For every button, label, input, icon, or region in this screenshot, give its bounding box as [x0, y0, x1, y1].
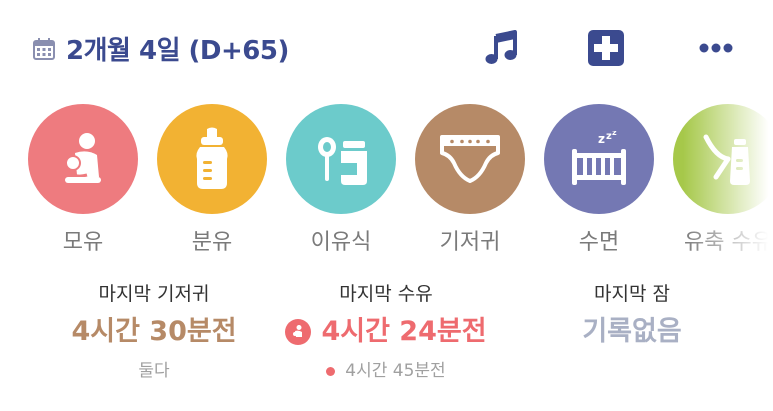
breastfeeding-icon [285, 319, 312, 345]
category-diaper[interactable]: 기저귀 [415, 104, 525, 264]
stat-value: 4시간 30분전 [24, 308, 284, 356]
date-selector[interactable]: 2개월 4일 (D+65) [32, 30, 289, 67]
stat-sub: 둘다 [24, 356, 284, 386]
category-label: 이유식 [310, 230, 372, 255]
category-circle: z z z [544, 104, 654, 214]
category-label: 모유 [62, 230, 104, 255]
category-label: 분유 [191, 230, 233, 255]
last-diaper[interactable]: 마지막 기저귀 4시간 30분전 둘다 [24, 280, 284, 386]
category-label: 수면 [578, 230, 620, 255]
category-breastfeed[interactable]: 모유 [28, 104, 138, 264]
last-records: 마지막 기저귀 4시간 30분전 둘다 마지막 수유 4시간 24분전 4시간 … [0, 280, 773, 411]
more-button[interactable] [694, 26, 738, 70]
more-dots-icon [699, 43, 733, 53]
category-formula[interactable]: 분유 [157, 104, 267, 264]
stat-value-text: 기록없음 [582, 316, 682, 347]
music-button[interactable] [480, 26, 524, 70]
baby-food-icon [318, 137, 367, 185]
stat-sub: 4시간 45분전 [256, 356, 516, 386]
diaper-icon [440, 135, 500, 183]
stat-value: 4시간 24분전 [256, 308, 516, 356]
svg-text:z: z [598, 132, 605, 146]
category-circle [415, 104, 525, 214]
baby-bottle-icon [196, 127, 228, 189]
category-circle [157, 104, 267, 214]
medical-plus-icon [588, 30, 624, 66]
status-dot-icon [326, 366, 336, 376]
stat-value-text: 4시간 24분전 [321, 316, 487, 347]
category-label: 기저귀 [439, 230, 501, 255]
crib-sleep-icon: z z z [572, 131, 626, 185]
date-label: 2개월 4일 (D+65) [66, 36, 289, 66]
stat-value: 기록없음 [502, 308, 762, 356]
stat-title: 마지막 기저귀 [98, 283, 210, 305]
calendar-icon [33, 37, 55, 60]
header: 2개월 4일 (D+65) [0, 0, 773, 100]
stat-title: 마지막 수유 [339, 283, 433, 305]
category-circle [28, 104, 138, 214]
category-baby-food[interactable]: 이유식 [286, 104, 396, 264]
stat-title: 마지막 잠 [594, 283, 670, 305]
music-note-icon [485, 30, 517, 64]
category-label: 유축 수유 [684, 230, 772, 255]
category-pumped-feeding[interactable]: 유축 수유 [673, 104, 773, 264]
category-circle [286, 104, 396, 214]
last-feeding[interactable]: 마지막 수유 4시간 24분전 4시간 45분전 [256, 280, 516, 386]
breast-pump-icon [703, 134, 750, 185]
category-list: 모유 분유 이유식 기저귀 z z z 수면 유축 수유 [0, 104, 773, 264]
stat-sub-text: 4시간 45분전 [345, 361, 446, 381]
last-sleep[interactable]: 마지막 잠 기록없음 [502, 280, 762, 356]
stat-sub-text: 둘다 [138, 361, 170, 381]
svg-text:z: z [612, 131, 617, 137]
stat-value-text: 4시간 30분전 [71, 316, 237, 347]
breastfeeding-icon [65, 133, 101, 183]
category-circle [673, 104, 773, 214]
medical-button[interactable] [584, 26, 628, 70]
category-sleep[interactable]: z z z 수면 [544, 104, 654, 264]
